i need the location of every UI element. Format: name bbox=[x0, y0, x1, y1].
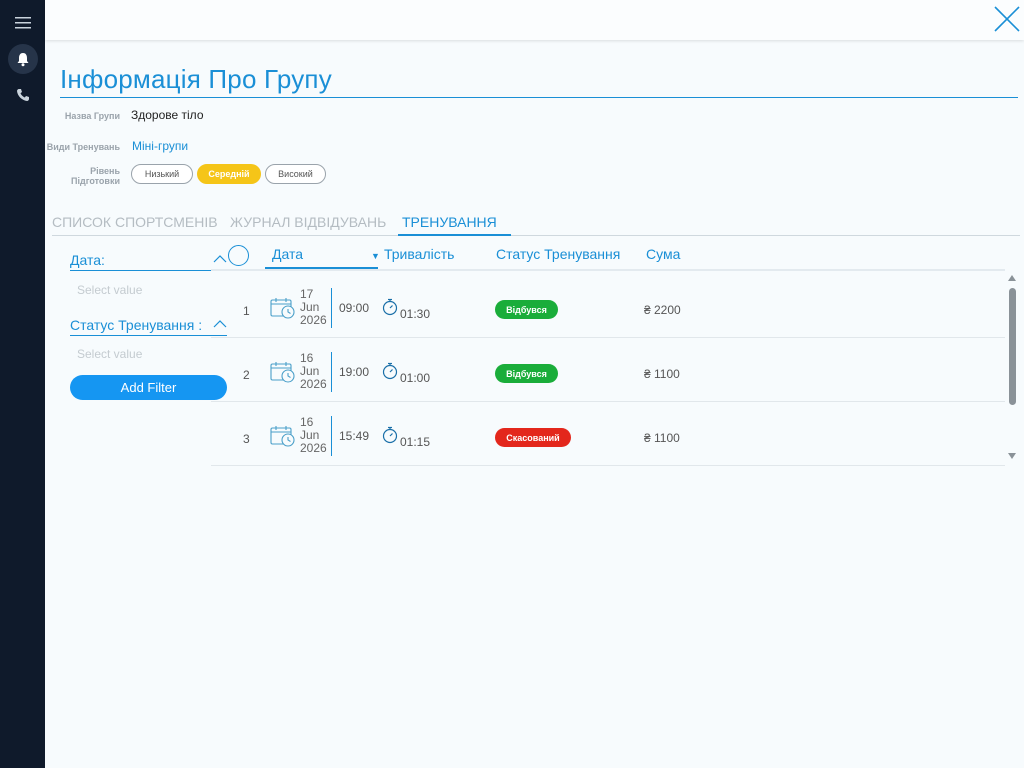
table-header-divider bbox=[211, 269, 1005, 271]
table-row[interactable]: 1 17 Jun 2026 09:00 01:30 Відбувся ₴ 220… bbox=[211, 274, 1005, 338]
row-date: 16 Jun 2026 bbox=[300, 416, 327, 455]
status-badge: Скасований bbox=[495, 428, 571, 447]
scroll-down-icon[interactable] bbox=[1008, 453, 1016, 459]
status-filter[interactable]: Статус Тренування : bbox=[70, 317, 227, 336]
tab-attendance[interactable]: ЖУРНАЛ ВІДВІДУВАНЬ bbox=[230, 214, 386, 230]
row-number: 1 bbox=[243, 304, 250, 318]
scroll-up-icon[interactable] bbox=[1008, 275, 1016, 281]
level-label-line2: Підготовки bbox=[71, 176, 120, 186]
stopwatch-icon bbox=[382, 298, 398, 316]
row-year: 2026 bbox=[300, 377, 327, 391]
row-duration: 01:30 bbox=[400, 307, 431, 321]
date-time-divider bbox=[331, 288, 332, 328]
group-name-value: Здорове тіло bbox=[131, 108, 204, 122]
calendar-clock-icon bbox=[270, 426, 295, 447]
calendar-clock-icon bbox=[270, 298, 295, 319]
level-label-line1: Рівень bbox=[90, 166, 120, 176]
column-date[interactable]: Дата bbox=[272, 246, 303, 262]
tab-trainings[interactable]: ТРЕНУВАННЯ bbox=[398, 214, 511, 236]
column-sum[interactable]: Сума bbox=[646, 246, 680, 262]
status-filter-input[interactable]: Select value bbox=[77, 347, 142, 361]
group-name-label: Назва Групи bbox=[64, 111, 120, 121]
row-duration: 01:15 bbox=[400, 435, 431, 449]
column-duration[interactable]: Тривалість bbox=[384, 246, 454, 262]
status-filter-label: Статус Тренування : bbox=[70, 317, 203, 333]
level-label: Рівень Підготовки bbox=[0, 166, 120, 186]
status-badge: Відбувся bbox=[495, 300, 558, 319]
table-row[interactable]: 3 16 Jun 2026 15:49 01:15 Скасований ₴ 1… bbox=[211, 402, 1005, 466]
row-number: 2 bbox=[243, 368, 250, 382]
top-bar bbox=[45, 0, 1024, 40]
level-low-button[interactable]: Низький bbox=[131, 164, 193, 184]
status-badge: Відбувся bbox=[495, 364, 558, 383]
date-time-divider bbox=[331, 352, 332, 392]
select-all-checkbox[interactable] bbox=[228, 245, 249, 266]
training-type-value[interactable]: Міні-групи bbox=[132, 139, 188, 153]
table-row[interactable]: 2 16 Jun 2026 19:00 01:00 Відбувся ₴ 110… bbox=[211, 338, 1005, 402]
menu-icon[interactable] bbox=[8, 8, 38, 38]
page-title: Інформація Про Групу bbox=[60, 64, 1018, 98]
row-time: 19:00 bbox=[339, 365, 370, 379]
row-sum: ₴ 2200 bbox=[644, 303, 681, 317]
row-sum: ₴ 1100 bbox=[644, 367, 680, 381]
stopwatch-icon bbox=[382, 426, 398, 444]
calendar-clock-icon bbox=[270, 362, 295, 383]
row-time: 15:49 bbox=[339, 429, 370, 443]
row-date: 17 Jun 2026 bbox=[300, 288, 327, 327]
bell-icon[interactable] bbox=[8, 44, 38, 74]
training-type-label: Види Тренувань bbox=[46, 142, 120, 152]
row-sum: ₴ 1100 bbox=[644, 431, 680, 445]
row-number: 3 bbox=[243, 432, 250, 446]
row-year: 2026 bbox=[300, 441, 327, 455]
add-filter-button[interactable]: Add Filter bbox=[70, 375, 227, 400]
close-icon[interactable] bbox=[992, 4, 1022, 34]
level-medium-button[interactable]: Середній bbox=[197, 164, 261, 184]
row-year: 2026 bbox=[300, 313, 327, 327]
scrollbar-thumb[interactable] bbox=[1009, 288, 1016, 405]
sort-desc-icon[interactable]: ▼ bbox=[371, 251, 380, 261]
stopwatch-icon bbox=[382, 362, 398, 380]
column-status[interactable]: Статус Тренування bbox=[496, 246, 620, 262]
date-filter[interactable]: Дата: bbox=[70, 252, 227, 271]
date-filter-input[interactable]: Select value bbox=[77, 283, 142, 297]
date-filter-label: Дата: bbox=[70, 252, 105, 268]
row-duration: 01:00 bbox=[400, 371, 431, 385]
date-time-divider bbox=[331, 416, 332, 456]
chevron-up-icon[interactable] bbox=[213, 252, 227, 266]
row-date: 16 Jun 2026 bbox=[300, 352, 327, 391]
phone-icon[interactable] bbox=[8, 80, 38, 110]
level-high-button[interactable]: Високий bbox=[265, 164, 326, 184]
tab-athletes[interactable]: СПИСОК СПОРТСМЕНІВ bbox=[52, 214, 218, 230]
tabs-divider bbox=[52, 235, 1020, 236]
row-time: 09:00 bbox=[339, 301, 370, 315]
